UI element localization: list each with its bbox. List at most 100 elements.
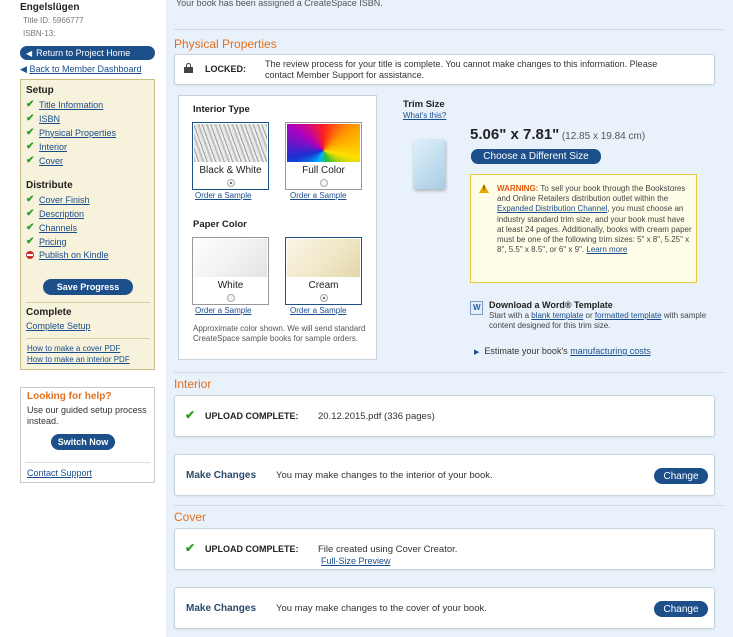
interior-options-panel: Interior Type Black & White Order a Samp… (178, 95, 377, 360)
how-to-make-cover-pdf-link[interactable]: How to make a cover PDF (27, 344, 120, 353)
expanded-distribution-link[interactable]: Expanded Distribution Channel (497, 204, 607, 213)
white-paper-radio[interactable] (227, 294, 235, 302)
cream-paper-swatch-image (287, 239, 360, 277)
step-interior[interactable]: ✔ Interior (26, 141, 67, 152)
step-channels[interactable]: ✔ Channels (26, 222, 77, 233)
whats-this-link[interactable]: What's this? (403, 111, 446, 120)
step-isbn[interactable]: ✔ ISBN (26, 113, 60, 124)
divider (26, 302, 150, 303)
divider (25, 462, 150, 463)
arrow-left-icon: ◀ (26, 48, 33, 58)
cover-file-text: File created using Cover Creator. (318, 544, 458, 555)
step-cover[interactable]: ✔ Cover (26, 155, 63, 166)
check-icon: ✔ (185, 408, 196, 422)
interior-file-name: 20.12.2015.pdf (336 pages) (318, 411, 435, 422)
back-to-member-dashboard-link[interactable]: ◀ Back to Member Dashboard (20, 64, 142, 75)
upload-complete-label: UPLOAD COMPLETE: (205, 544, 299, 554)
complete-setup-label: Complete Setup (26, 321, 91, 331)
step-label: ISBN (39, 113, 61, 124)
locked-text: The review process for your title is com… (265, 59, 658, 80)
warning-text: WARNING: To sell your book through the B… (497, 184, 692, 255)
order-sample-cream-link[interactable]: Order a Sample (290, 306, 346, 315)
setup-heading: Setup (26, 85, 54, 96)
warning-label: WARNING: (497, 184, 539, 193)
check-icon: ✔ (26, 222, 35, 233)
interior-upload-card: ✔ UPLOAD COMPLETE: 20.12.2015.pdf (336 p… (174, 395, 715, 437)
contact-support-link[interactable]: Contact Support (27, 468, 92, 478)
template-text-part: Start with a (489, 311, 530, 320)
step-label: Publish on Kindle (39, 250, 109, 260)
warning-box: ! WARNING: To sell your book through the… (470, 174, 697, 283)
arrow-right-icon: ▶ (474, 349, 480, 356)
locked-notice: LOCKED: The review process for your titl… (174, 54, 715, 85)
full-color-radio[interactable] (320, 179, 328, 187)
help-title: Looking for help? (27, 391, 112, 402)
download-template-title: Download a Word® Template (489, 300, 613, 310)
title-id: Title ID: 5966777 (23, 16, 84, 25)
isbn-13: ISBN-13: (23, 29, 60, 38)
full-size-preview-link[interactable]: Full-Size Preview (321, 556, 391, 566)
step-pricing[interactable]: ✔ Pricing (26, 236, 67, 247)
step-physical-properties[interactable]: ✔ Physical Properties (26, 127, 116, 138)
black-white-swatch-image (194, 124, 267, 162)
full-color-option[interactable]: Full Color (285, 122, 362, 190)
divider (174, 29, 724, 30)
template-text-part: or (585, 311, 593, 320)
check-icon: ✔ (26, 113, 35, 124)
return-to-project-home-button[interactable]: ◀ Return to Project Home (20, 46, 155, 60)
step-label: Interior (39, 141, 68, 152)
return-to-project-home-label: Return to Project Home (36, 48, 131, 58)
step-label: Pricing (39, 236, 67, 247)
cover-change-text: You may make changes to the cover of you… (276, 603, 487, 614)
interior-change-text: You may make changes to the interior of … (276, 470, 493, 481)
step-cover-finish[interactable]: ✔ Cover Finish (26, 194, 90, 205)
change-interior-button[interactable]: Change (654, 468, 708, 484)
save-progress-button[interactable]: Save Progress (43, 279, 133, 295)
upload-complete-label: UPLOAD COMPLETE: (205, 411, 299, 421)
step-description[interactable]: ✔ Description (26, 208, 84, 219)
book-title: Engelslügen (20, 2, 80, 13)
order-sample-bw-link[interactable]: Order a Sample (195, 191, 251, 200)
black-white-radio[interactable] (227, 179, 235, 187)
cream-paper-option[interactable]: Cream (285, 237, 362, 305)
check-icon: ✔ (26, 194, 35, 205)
learn-more-link[interactable]: Learn more (586, 245, 627, 254)
template-text: Start with a blank template or formatted… (489, 311, 709, 331)
order-sample-white-link[interactable]: Order a Sample (195, 306, 251, 315)
arrow-left-icon: ◀ (20, 64, 27, 74)
cream-paper-radio[interactable] (320, 294, 328, 302)
complete-setup-link[interactable]: Complete Setup (26, 321, 91, 331)
step-label: Title Information (39, 99, 104, 110)
trim-size-label: Trim Size (403, 99, 445, 110)
step-title-information[interactable]: ✔ Title Information (26, 99, 103, 110)
check-icon: ✔ (26, 208, 35, 219)
divider (26, 338, 150, 339)
black-white-option[interactable]: Black & White (192, 122, 269, 190)
check-icon: ✔ (26, 141, 35, 152)
white-paper-swatch-image (194, 239, 267, 277)
paper-color-heading: Paper Color (193, 219, 247, 230)
make-changes-label: Make Changes (186, 470, 257, 481)
trim-size-display: 5.06" x 7.81" (12.85 x 19.84 cm) (470, 126, 645, 143)
divider (174, 505, 724, 506)
white-paper-option[interactable]: White (192, 237, 269, 305)
order-sample-fc-link[interactable]: Order a Sample (290, 191, 346, 200)
how-to-make-interior-pdf-link[interactable]: How to make an interior PDF (27, 355, 130, 364)
step-publish-on-kindle[interactable]: Publish on Kindle (26, 250, 109, 260)
check-icon: ✔ (26, 155, 35, 166)
cover-upload-card: ✔ UPLOAD COMPLETE: File created using Co… (174, 528, 715, 570)
change-cover-button[interactable]: Change (654, 601, 708, 617)
full-color-swatch-image (287, 124, 360, 162)
check-icon: ✔ (26, 127, 35, 138)
word-document-icon (470, 301, 483, 315)
formatted-template-link[interactable]: formatted template (595, 311, 662, 320)
switch-now-button[interactable]: Switch Now (51, 434, 115, 450)
manufacturing-costs-link[interactable]: manufacturing costs (570, 346, 651, 356)
interior-make-changes-card: Make Changes You may make changes to the… (174, 454, 715, 496)
check-icon: ✔ (26, 99, 35, 110)
distribute-heading: Distribute (26, 180, 73, 191)
blank-template-link[interactable]: blank template (531, 311, 583, 320)
choose-different-size-button[interactable]: Choose a Different Size (471, 149, 601, 164)
help-text: Use our guided setup process instead. (27, 405, 147, 426)
black-white-label: Black & White (199, 165, 262, 176)
